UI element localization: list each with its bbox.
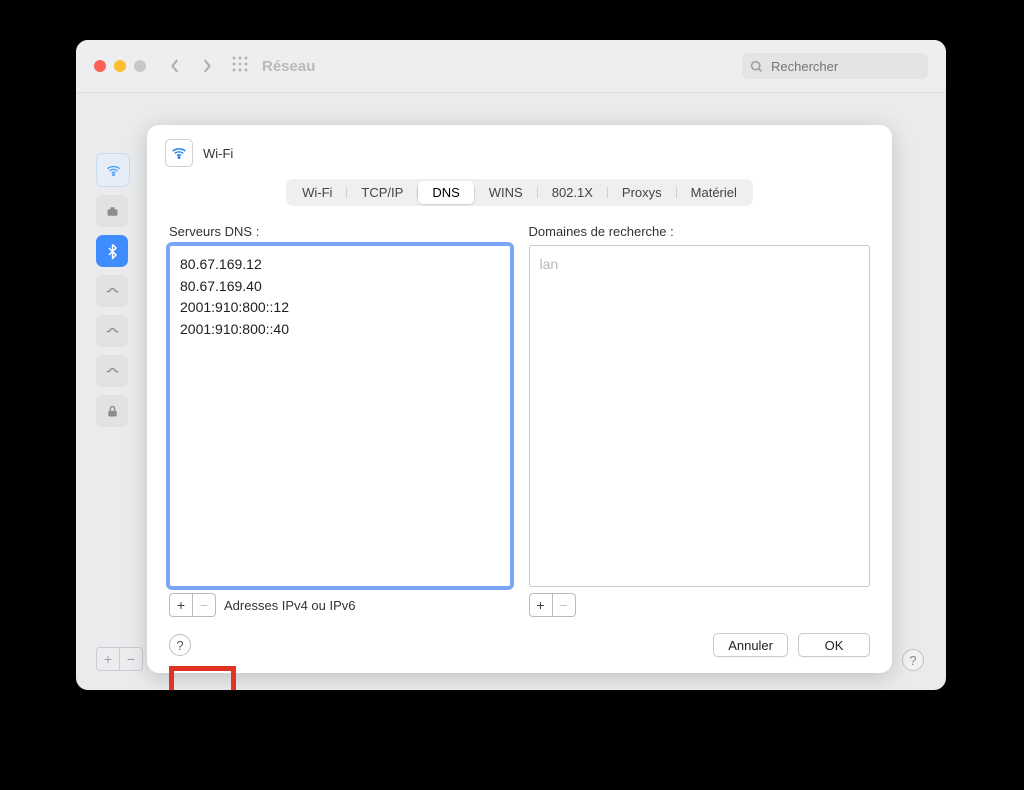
sheet-help-button[interactable]: ? [169,634,191,656]
tab-8021x[interactable]: 802.1X [538,181,607,204]
domain-remove-button[interactable]: − [553,593,576,617]
search-domain-placeholder: lan [540,256,559,272]
dns-remove-button[interactable]: − [193,593,216,617]
tab-wins[interactable]: WINS [475,181,537,204]
sidebar-add-button[interactable]: + [96,647,120,671]
ok-button[interactable]: OK [798,633,870,657]
system-preferences-window: Réseau + − ? Wi-Fi [76,40,946,690]
search-domains-label: Domaines de recherche : [529,224,871,239]
sidebar-item-service-3[interactable] [96,355,128,387]
sidebar-remove-button[interactable]: − [120,647,143,671]
dns-add-button[interactable]: + [169,593,193,617]
toolbar: Réseau [76,40,946,93]
close-window-button[interactable] [94,60,106,72]
minimize-window-button[interactable] [114,60,126,72]
back-button[interactable] [168,59,182,73]
tab-tcpip[interactable]: TCP/IP [347,181,417,204]
tab-matriel[interactable]: Matériel [677,181,751,204]
dns-servers-label: Serveurs DNS : [169,224,511,239]
dns-servers-list[interactable]: 80.67.169.1280.67.169.402001:910:800::12… [169,245,511,587]
sidebar-add-remove: + − [96,647,143,671]
wifi-icon [165,139,193,167]
search-field-wrapper[interactable] [742,53,928,79]
list-item[interactable]: 80.67.169.40 [180,276,500,298]
window-title: Réseau [262,58,315,75]
dns-address-hint: Adresses IPv4 ou IPv6 [224,598,356,613]
sidebar-item-vpn[interactable] [96,395,128,427]
window-controls [94,60,146,72]
advanced-settings-sheet: Wi-Fi Wi-FiTCP/IPDNSWINS802.1XProxysMaté… [147,125,892,673]
window-help-button[interactable]: ? [902,649,924,671]
sidebar-item-service-1[interactable] [96,275,128,307]
sidebar-item-bluetooth[interactable] [96,235,128,267]
search-input[interactable] [769,58,893,75]
cancel-button[interactable]: Annuler [713,633,788,657]
list-item[interactable]: 2001:910:800::12 [180,297,500,319]
sidebar-item-service-2[interactable] [96,315,128,347]
sidebar-item-wifi[interactable] [96,153,130,187]
tab-proxys[interactable]: Proxys [608,181,676,204]
tab-wifi[interactable]: Wi-Fi [288,181,346,204]
list-item[interactable]: 2001:910:800::40 [180,319,500,341]
sidebar-item-ethernet[interactable] [96,195,128,227]
search-icon [750,60,763,73]
show-all-button[interactable] [232,56,248,77]
sheet-interface-name: Wi-Fi [203,146,233,161]
zoom-window-button [134,60,146,72]
list-item[interactable]: 80.67.169.12 [180,254,500,276]
tab-dns[interactable]: DNS [418,181,473,204]
domain-add-button[interactable]: + [529,593,553,617]
sheet-tabs[interactable]: Wi-FiTCP/IPDNSWINS802.1XProxysMatériel [286,179,753,206]
network-interfaces-sidebar [96,153,132,427]
forward-button [200,59,214,73]
search-domains-list[interactable]: lan [529,245,871,587]
